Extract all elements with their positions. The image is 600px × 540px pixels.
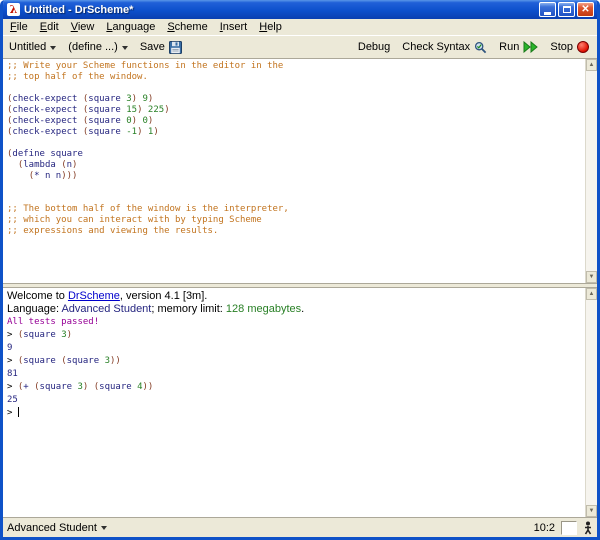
close-icon: ✕: [581, 3, 590, 15]
definitions-dropdown[interactable]: (define ...): [68, 41, 128, 53]
interactions-line: > (square (square 3)): [7, 356, 121, 366]
filename-dropdown-label: Untitled: [9, 41, 47, 53]
editor-line: (check-expect (square 15) 225): [7, 105, 170, 115]
window-title: Untitled - DrScheme*: [24, 3, 134, 16]
stop-button-label: Stop: [550, 41, 573, 53]
save-button[interactable]: Save: [139, 40, 182, 54]
chevron-down-icon: [121, 45, 128, 50]
titlebar[interactable]: λ Untitled - DrScheme* ✕: [3, 0, 597, 19]
definitions-dropdown-label: (define ...): [68, 41, 118, 53]
interactions-line: 81: [7, 369, 18, 379]
maximize-button[interactable]: [558, 2, 575, 17]
text-cursor: [17, 407, 19, 417]
menu-language[interactable]: Language: [100, 20, 161, 34]
stickman-icon: [584, 521, 592, 534]
editor-line: (define square: [7, 149, 83, 159]
toolbar: Untitled (define ...) Save Debug Check S…: [3, 36, 597, 59]
scroll-down-icon[interactable]: ▼: [586, 505, 597, 517]
editor-scrollbar[interactable]: ▲ ▼: [585, 59, 597, 283]
check-syntax-button[interactable]: Check Syntax: [402, 41, 487, 54]
statusbar-right: 10:2: [533, 520, 593, 535]
definitions-pane[interactable]: ;; Write your Scheme functions in the ed…: [3, 59, 597, 283]
interactions-text-area[interactable]: Welcome to DrScheme, version 4.1 [3m]. La…: [3, 288, 585, 517]
stop-button[interactable]: Stop: [550, 41, 589, 53]
gc-indicator: [561, 520, 577, 535]
language-selector-label: Advanced Student: [7, 521, 97, 534]
minimize-button[interactable]: [539, 2, 556, 17]
run-button[interactable]: Run: [499, 41, 539, 53]
menu-file[interactable]: File: [4, 20, 34, 34]
close-button[interactable]: ✕: [577, 2, 594, 17]
save-button-label: Save: [139, 41, 165, 53]
interactions-line: All tests passed!: [7, 317, 100, 327]
cursor-position: 10:2: [533, 521, 555, 534]
debug-button-label: Debug: [357, 41, 391, 53]
menu-scheme[interactable]: Scheme: [161, 20, 213, 34]
chevron-down-icon: [100, 526, 107, 530]
interactions-line: > (+ (square 3) (square 4)): [7, 382, 154, 392]
menubar: File Edit View Language Scheme Insert He…: [3, 19, 597, 36]
floppy-save-icon: [168, 40, 182, 54]
scroll-up-icon[interactable]: ▲: [586, 288, 597, 300]
interactions-line: 9: [7, 343, 13, 353]
debug-button[interactable]: Debug: [358, 41, 390, 53]
window-controls: ✕: [539, 2, 594, 17]
editor-line: (lambda (n): [17, 160, 78, 170]
minimize-icon: [544, 12, 551, 15]
scroll-down-icon[interactable]: ▼: [586, 271, 597, 283]
interactions-line: >: [7, 407, 19, 418]
statusbar: Advanced Student 10:2: [3, 517, 597, 537]
magnifier-icon: [475, 41, 487, 53]
editor-line: ;; expressions and viewing the results.: [7, 226, 219, 236]
editor-line: (check-expect (square -1) 1): [7, 127, 159, 137]
definitions-text-area[interactable]: ;; Write your Scheme functions in the ed…: [3, 59, 585, 283]
menu-insert[interactable]: Insert: [214, 20, 254, 34]
interactions-line: > (square 3): [7, 330, 73, 340]
scroll-up-icon[interactable]: ▲: [586, 59, 597, 71]
editor-line: ;; top half of the window.: [7, 72, 148, 82]
language-selector[interactable]: Advanced Student: [7, 522, 107, 534]
toolbar-right-group: Debug Check Syntax Run Stop: [358, 41, 589, 54]
run-button-label: Run: [499, 41, 520, 53]
maximize-icon: [562, 6, 571, 13]
interactions-line: 25: [7, 395, 18, 405]
app-lambda-icon: λ: [7, 3, 20, 16]
interactions-scrollbar[interactable]: ▲ ▼: [585, 288, 597, 517]
editor-line: ;; which you can interact with by typing…: [7, 215, 262, 225]
interactions-line: Language: Advanced Student; memory limit…: [7, 303, 305, 315]
menu-edit[interactable]: Edit: [34, 20, 65, 34]
interactions-line: Welcome to DrScheme, version 4.1 [3m].: [7, 290, 208, 302]
menu-help[interactable]: Help: [253, 20, 288, 34]
filename-dropdown[interactable]: Untitled: [9, 41, 57, 53]
editor-line: ;; Write your Scheme functions in the ed…: [7, 61, 284, 71]
chevron-down-icon: [50, 45, 57, 50]
menu-view[interactable]: View: [65, 20, 101, 34]
check-syntax-button-label: Check Syntax: [402, 41, 471, 53]
editor-line: (* n n))): [28, 171, 78, 181]
editor-line: ;; The bottom half of the window is the …: [7, 204, 289, 214]
drscheme-link[interactable]: DrScheme: [68, 290, 120, 302]
run-arrow-icon: [523, 41, 539, 53]
drscheme-window: λ Untitled - DrScheme* ✕ File Edit View …: [0, 0, 600, 540]
editor-line: (check-expect (square 0) 0): [7, 116, 154, 126]
interactions-pane[interactable]: Welcome to DrScheme, version 4.1 [3m]. La…: [3, 288, 597, 517]
stop-icon: [577, 41, 589, 53]
editor-line: (check-expect (square 3) 9): [7, 94, 154, 104]
